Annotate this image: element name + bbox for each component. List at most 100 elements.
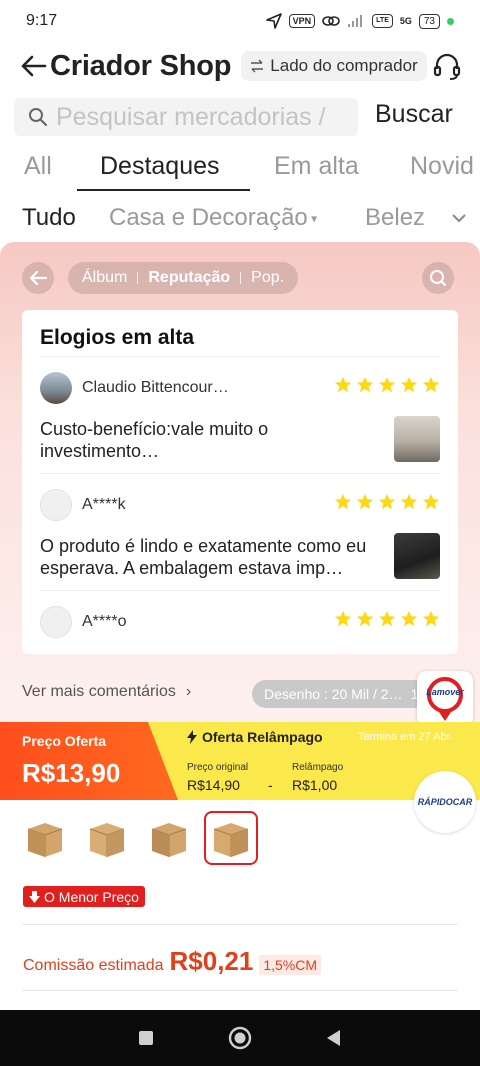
review-text: Custo-benefício:vale muito o investiment… [40,419,269,461]
lowest-price-label: O Menor Preço [44,888,139,905]
caret-down-icon: ▾ [307,211,318,226]
ends-date: 27 Abr. [418,731,453,743]
more-comments-link[interactable]: Ver mais comentários › [22,683,191,701]
ends-label: Termina em [358,731,416,743]
divider [40,356,440,357]
buyer-side-label: Lado do comprador [270,56,418,75]
arrow-down-icon [29,890,40,903]
more-comments-label: Ver mais comentários [22,683,176,700]
star-icon [422,376,440,393]
flash-price-label: Relâmpago [292,762,344,773]
chevron-right-icon: › [185,683,192,700]
draw-status-pill[interactable]: Desenho : 20 Mil / 2… 1 [252,680,428,708]
active-tab-underline [77,189,250,191]
segment-pop[interactable]: Pop. [251,269,284,287]
lightning-icon [187,730,197,744]
back-arrow-icon[interactable] [18,51,48,81]
star-icon [356,493,374,510]
reviewer-name: A****o [82,613,127,630]
tab-all[interactable]: All [24,152,52,181]
page-title: Criador Shop [50,49,232,82]
chevron-down-icon[interactable] [450,209,468,227]
tab-destaques[interactable]: Destaques [100,152,220,181]
location-icon [265,13,282,29]
review-photo[interactable] [394,533,440,579]
price-dash: - [268,777,273,793]
product-thumbnails [22,811,258,865]
star-icon [400,493,418,510]
rapidocar-badge[interactable]: RÁPIDOCAR [414,771,476,833]
star-icon [356,610,374,627]
review-photo[interactable] [394,416,440,462]
commission-tag: 1,5%CM [259,955,322,975]
segment-divider [137,272,139,284]
lamover-logo-icon: Lamover [426,677,464,721]
category-beleza[interactable]: Belez [365,204,425,232]
swap-icon [251,59,264,73]
category-tudo[interactable]: Tudo [22,204,76,232]
tab-novidades[interactable]: Novid [410,152,474,181]
product-thumbnail[interactable] [22,815,68,861]
search-input[interactable] [56,102,346,132]
search-icon [29,108,48,127]
reviewer-name: A****k [82,496,126,513]
original-price-label: Preço original [187,762,249,773]
star-icon [422,493,440,510]
flash-price-value: R$1,00 [292,777,338,793]
star-icon [422,610,440,627]
star-rating [334,376,440,394]
vpn-icon: VPN [288,14,316,28]
headset-icon[interactable] [432,51,462,81]
category-casa[interactable]: Casa e Decoração ▾ [109,204,317,232]
app-header: Criador Shop Lado do comprador [0,44,480,88]
product-thumbnail[interactable] [84,815,130,861]
original-price-value: R$14,90 [187,777,240,793]
recents-icon[interactable] [136,1028,156,1048]
link-icon [322,16,340,26]
home-icon[interactable] [227,1025,253,1051]
divider [40,590,440,591]
ends-in: Termina em 27 Abr. [358,731,453,743]
star-rating [334,493,440,511]
buyer-side-button[interactable]: Lado do comprador [241,51,427,81]
flash-offer-label: Oferta Relâmpago [202,729,323,745]
battery-icon: 73 [418,13,440,29]
segment-reputacao[interactable]: Reputação [148,269,230,287]
network-icon: 5G [399,16,412,26]
divider [40,473,440,474]
lamover-badge[interactable]: Lamover [417,671,473,727]
draw-label: Desenho : 20 Mil / 2… [264,686,403,702]
avatar [40,372,72,404]
reviews-card: Elogios em alta Claudio Bittencour… Cust… [22,310,458,654]
product-thumbnail-selected[interactable] [204,811,258,865]
panel-segment-control: Álbum Reputação Pop. [68,262,299,294]
star-icon [334,610,352,627]
system-nav-bar [0,1010,480,1066]
commission-value: R$0,21 [169,946,254,976]
product-thumbnail[interactable] [146,815,192,861]
commission-label: Comissão estimada [23,957,164,974]
tab-em-alta[interactable]: Em alta [274,152,359,181]
search-box[interactable] [14,98,358,136]
status-dot [447,17,454,25]
panel-back-button[interactable] [22,262,54,294]
back-icon[interactable] [324,1028,344,1048]
commission-row: Comissão estimada R$0,21 1,5%CM [23,946,322,977]
review-text: O produto é lindo e exatamente como eu e… [40,536,367,578]
panel-search-button[interactable] [422,262,454,294]
divider [22,990,458,991]
avatar [40,489,72,521]
category-casa-label: Casa e Decoração [109,204,308,231]
lamover-text: Lamover [426,687,464,697]
segment-album[interactable]: Álbum [82,269,127,287]
star-icon [334,493,352,510]
offer-label: Preço Oferta [22,733,107,749]
search-button[interactable]: Buscar [375,100,453,129]
category-bar: Tudo Casa e Decoração ▾ Belez [0,196,480,240]
flash-offer-title: Oferta Relâmpago [186,729,323,745]
star-icon [378,493,396,510]
star-icon [356,376,374,393]
volte-icon: LTE [372,14,393,28]
search-icon [430,270,447,287]
status-time: 9:17 [26,12,58,29]
